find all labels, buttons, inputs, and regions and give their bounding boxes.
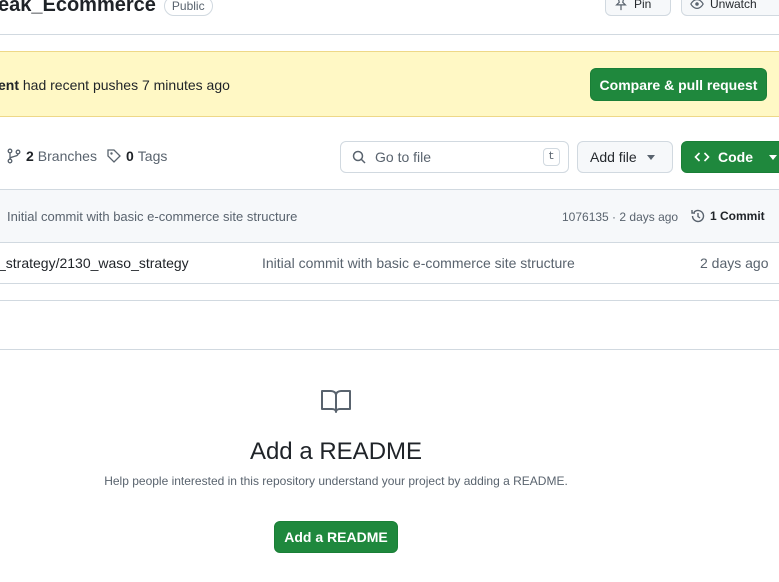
banner-message: had recent pushes 7 minutes ago [19, 77, 230, 93]
book-icon [321, 390, 351, 413]
banner-text: ent had recent pushes 7 minutes ago [0, 77, 230, 93]
code-label: Code [718, 149, 753, 165]
commits-link[interactable]: 1 Commit [690, 208, 765, 224]
add-readme-button[interactable]: Add a README [274, 521, 398, 553]
repository-page: eak_Ecommerce Public Pin Unwatch ent had… [0, 0, 779, 582]
file-commit-message[interactable]: Initial commit with basic e-commerce sit… [262, 255, 575, 271]
table-row[interactable]: _strategy/2130_waso_strategy Initial com… [0, 243, 779, 284]
file-commit-age: 2 days ago [700, 255, 769, 271]
latest-commit-row: Initial commit with basic e-commerce sit… [0, 190, 779, 243]
readme-description: Help people interested in this repositor… [104, 474, 568, 488]
file-table: Initial commit with basic e-commerce sit… [0, 189, 779, 301]
history-icon [691, 209, 705, 223]
branches-link[interactable]: 2 Branches [6, 148, 97, 164]
readme-prompt: Add a README Help people interested in t… [0, 349, 779, 582]
pin-icon [615, 0, 627, 11]
add-file-button[interactable]: Add file [577, 141, 673, 173]
tags-label: Tags [137, 148, 168, 164]
latest-commit-message[interactable]: Initial commit with basic e-commerce sit… [7, 209, 297, 224]
code-icon [694, 152, 710, 162]
chevron-down-icon [769, 154, 777, 160]
watch-label: Unwatch [710, 0, 757, 11]
branch-icon [7, 148, 21, 164]
file-name-link[interactable]: _strategy/2130_waso_strategy [0, 255, 189, 271]
readme-title: Add a README [249, 438, 423, 465]
add-file-label: Add file [590, 149, 637, 165]
go-to-file-input[interactable] [375, 149, 535, 165]
search-icon [352, 150, 366, 164]
branches-label: Branches [37, 148, 97, 164]
visibility-badge: Public [163, 0, 213, 16]
pin-label: Pin [634, 0, 652, 11]
latest-commit-meta[interactable]: 1076135 · 2 days ago [562, 210, 678, 224]
banner-branch-name[interactable]: ent [0, 77, 19, 93]
watch-button[interactable]: Unwatch [681, 0, 779, 16]
chevron-down-icon [646, 154, 655, 160]
recent-pushes-banner: ent had recent pushes 7 minutes ago Comp… [0, 51, 779, 117]
compare-pull-request-button[interactable]: Compare & pull request [590, 68, 767, 101]
search-shortcut-key: t [543, 148, 560, 166]
header-divider [0, 34, 779, 35]
code-button[interactable]: Code [681, 141, 779, 173]
tags-count: 0 [126, 148, 134, 164]
tag-icon [107, 149, 121, 163]
repo-name-link[interactable]: eak_Ecommerce [0, 0, 156, 17]
branches-count: 2 [26, 148, 34, 164]
tags-link[interactable]: 0 Tags [106, 148, 167, 164]
commits-label: 1 Commit [710, 209, 765, 223]
eye-icon [690, 0, 704, 9]
repo-title: eak_Ecommerce Public [0, 0, 213, 17]
pin-button[interactable]: Pin [605, 0, 671, 16]
go-to-file-search[interactable]: t [340, 141, 569, 173]
